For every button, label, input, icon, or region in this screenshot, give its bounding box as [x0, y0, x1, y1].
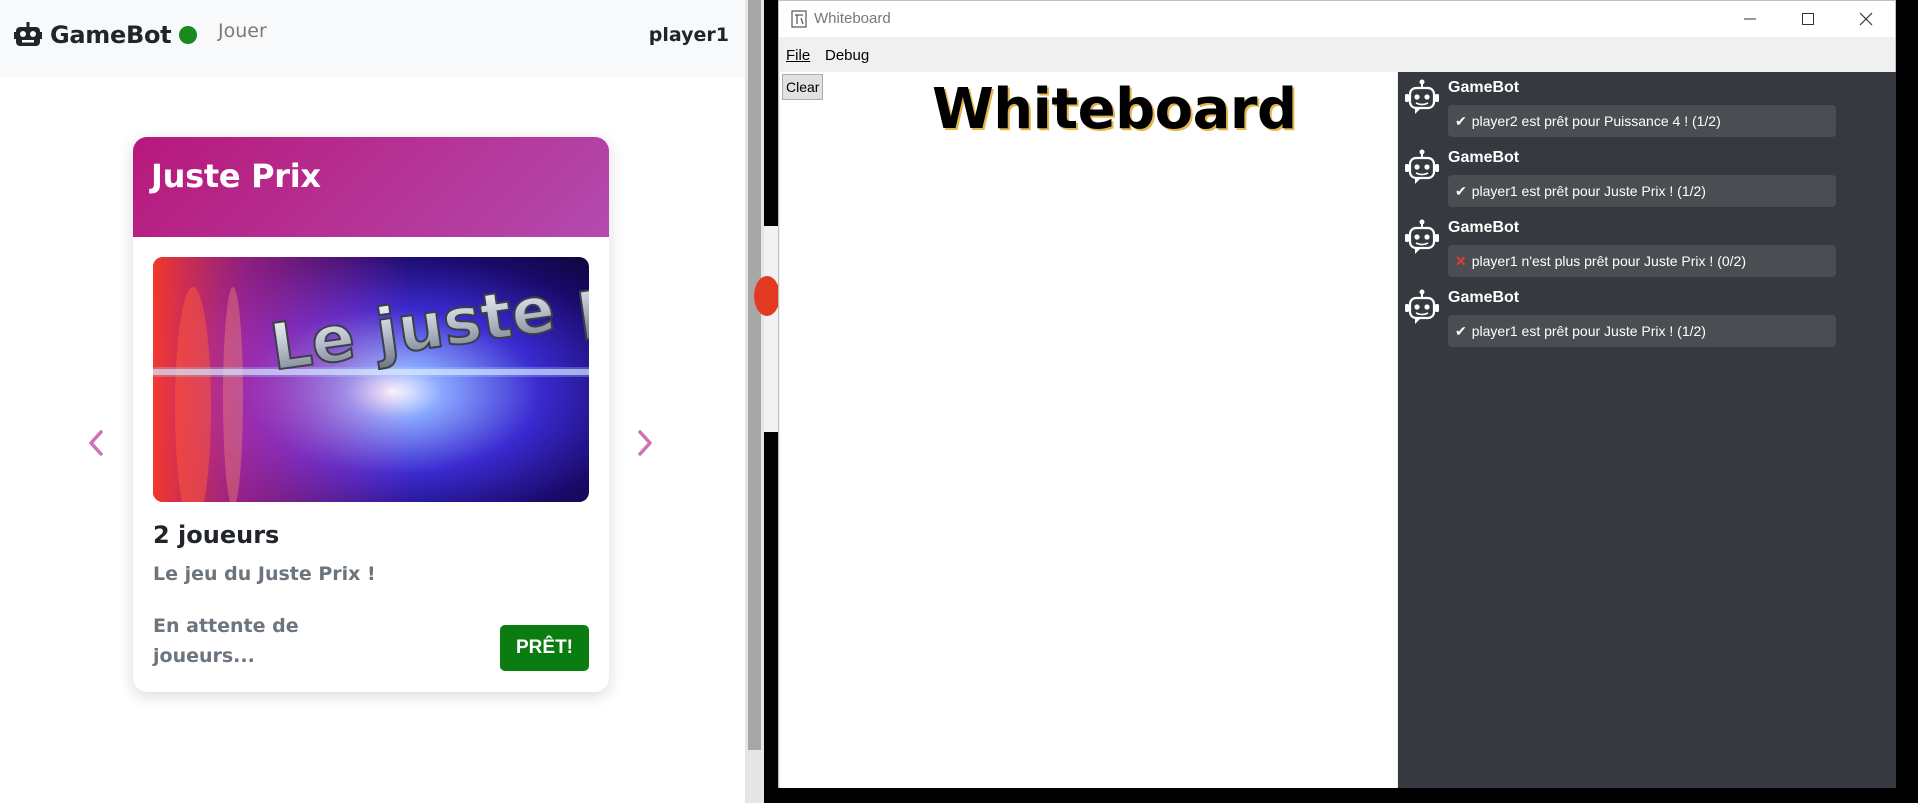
robot-avatar-icon	[1402, 78, 1442, 118]
check-mark-icon: ✔	[1455, 112, 1467, 129]
robot-icon	[14, 22, 42, 46]
cross-mark-icon: ✕	[1455, 252, 1467, 269]
taskbar-edge	[764, 788, 1918, 803]
robot-avatar-icon	[1402, 148, 1442, 188]
chat-message-bubble: ✕ player1 n'est plus prêt pour Juste Prix…	[1448, 245, 1836, 277]
clear-button[interactable]: Clear	[782, 74, 824, 100]
player-count: 2 joueurs	[153, 521, 280, 549]
juste-prix-logo-image: Le juste prix	[153, 257, 589, 502]
chat-message-author: GameBot	[1448, 289, 1520, 306]
chat-message: GameBot ✔ player1 est prêt pour Juste Prix…	[1398, 144, 1896, 214]
whiteboard-heading: Whiteboard	[932, 77, 1297, 142]
online-status-dot	[179, 26, 198, 44]
chat-message-author: GameBot	[1448, 219, 1520, 236]
chat-message-text: player1 n'est plus prêt pour Juste Prix …	[1471, 253, 1746, 269]
background-window-edge	[754, 0, 780, 803]
brand[interactable]: GameBot	[14, 18, 198, 52]
browser-page: GameBot Jouer player1 Juste Prix Le just…	[0, 0, 745, 803]
whiteboard-canvas[interactable]: Clear Whiteboard	[780, 72, 1397, 788]
chevron-right-icon[interactable]	[629, 428, 659, 458]
chat-message-bubble: ✔ player1 est prêt pour Juste Prix ! (1/2…	[1448, 315, 1836, 347]
chat-message-author: GameBot	[1448, 79, 1520, 96]
window-title: Whiteboard	[814, 10, 891, 27]
chat-message: GameBot ✔ player1 est prêt pour Juste Prix…	[1398, 284, 1896, 354]
game-image: Le juste prix	[153, 257, 589, 502]
chat-message: GameBot ✕ player1 n'est plus prêt pour Jus…	[1398, 214, 1896, 284]
game-card-header: Juste Prix	[133, 137, 609, 237]
minimize-icon[interactable]	[1721, 1, 1779, 37]
chat-panel: GameBot ✔ player2 est prêt pour Puissance …	[1398, 72, 1896, 788]
chevron-left-icon[interactable]	[82, 428, 112, 458]
game-title: Juste Prix	[151, 157, 321, 195]
page-scrollbar[interactable]	[745, 0, 764, 803]
game-card: Juste Prix Le juste prix 2 joueurs Le je…	[133, 137, 609, 692]
game-description: Le jeu du Juste Prix !	[153, 563, 376, 585]
chat-message-author: GameBot	[1448, 149, 1520, 166]
page-scrollbar-thumb[interactable]	[748, 0, 761, 750]
check-mark-icon: ✔	[1455, 322, 1467, 339]
whiteboard-window: Whiteboard File Debug Clear Whiteboard G…	[778, 0, 1896, 788]
menu-debug[interactable]: Debug	[825, 47, 869, 64]
background-window-strip	[764, 226, 778, 432]
maximize-icon[interactable]	[1779, 1, 1837, 37]
current-username[interactable]: player1	[649, 24, 729, 46]
close-icon[interactable]	[1837, 1, 1895, 37]
title-bar[interactable]: Whiteboard	[779, 1, 1895, 37]
chat-message-text: player1 est prêt pour Juste Prix ! (1/2)	[1471, 183, 1706, 199]
navbar: GameBot Jouer player1	[0, 0, 745, 77]
chat-message-bubble: ✔ player1 est prêt pour Juste Prix ! (1/2…	[1448, 175, 1836, 207]
robot-avatar-icon	[1402, 288, 1442, 328]
menu-bar: File Debug	[779, 37, 1895, 72]
chat-message-text: player1 est prêt pour Juste Prix ! (1/2)	[1471, 323, 1706, 339]
chat-message: GameBot ✔ player2 est prêt pour Puissance …	[1398, 74, 1896, 144]
waiting-status: En attente de joueurs...	[153, 615, 299, 667]
ready-button[interactable]: PRÊT!	[500, 625, 589, 671]
chat-message-text: player2 est prêt pour Puissance 4 ! (1/2…	[1471, 113, 1721, 129]
app-icon	[791, 10, 807, 28]
robot-avatar-icon	[1402, 218, 1442, 258]
brand-name: GameBot	[50, 21, 172, 49]
check-mark-icon: ✔	[1455, 182, 1467, 199]
chat-message-bubble: ✔ player2 est prêt pour Puissance 4 ! (1/…	[1448, 105, 1836, 137]
menu-file[interactable]: File	[786, 47, 810, 64]
background-close-icon	[754, 276, 780, 316]
nav-link-play[interactable]: Jouer	[218, 20, 267, 42]
